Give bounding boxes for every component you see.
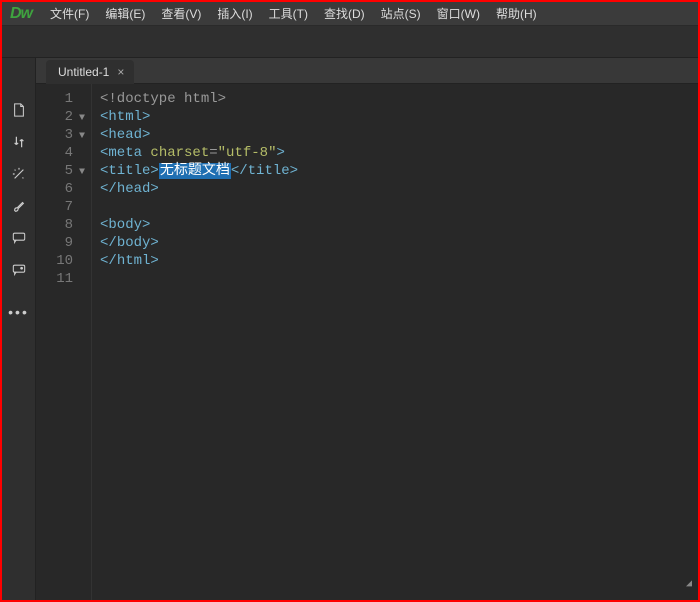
tab-untitled[interactable]: Untitled-1 × — [46, 60, 134, 84]
gutter-line: 4 — [36, 144, 87, 162]
menu-bar: Dw 文件(F) 编辑(E) 查看(V) 插入(I) 工具(T) 查找(D) 站… — [2, 2, 698, 26]
db-comment-icon[interactable] — [11, 262, 27, 278]
menu-insert[interactable]: 插入(I) — [209, 2, 260, 25]
file-icon[interactable] — [11, 102, 27, 118]
menu-site[interactable]: 站点(S) — [373, 2, 429, 25]
gutter-line: 10 — [36, 252, 87, 270]
comment-icon[interactable] — [11, 230, 27, 246]
app-logo: Dw — [8, 5, 42, 23]
code-editor[interactable]: 1 2▼ 3▼ 4 5▼ 6 7 8 9 10 11 <!doctype htm… — [36, 84, 698, 600]
menu-window[interactable]: 窗口(W) — [429, 2, 488, 25]
swap-icon[interactable] — [11, 134, 27, 150]
code-line: <title>无标题文档</title> — [100, 162, 698, 180]
code-line: <head> — [100, 126, 698, 144]
main-panel: Untitled-1 × 1 2▼ 3▼ 4 5▼ 6 7 8 9 10 1 — [36, 58, 698, 600]
close-icon[interactable]: × — [117, 66, 124, 78]
side-toolbar: ••• — [2, 58, 36, 600]
code-line: <meta charset="utf-8"> — [100, 144, 698, 162]
tab-bar: Untitled-1 × — [36, 58, 698, 84]
gutter-line: 7 — [36, 198, 87, 216]
body-area: ••• Untitled-1 × 1 2▼ 3▼ 4 5▼ 6 7 — [2, 58, 698, 600]
code-line: </body> — [100, 234, 698, 252]
wand-icon[interactable] — [11, 166, 27, 182]
menu-find[interactable]: 查找(D) — [316, 2, 373, 25]
gutter-line: 11 — [36, 270, 87, 288]
code-line: <html> — [100, 108, 698, 126]
menu-view[interactable]: 查看(V) — [153, 2, 209, 25]
gutter-line: 5▼ — [36, 162, 87, 180]
code-area[interactable]: <!doctype html> <html> <head> <meta char… — [92, 84, 698, 600]
code-line: </head> — [100, 180, 698, 198]
toolbar-strip — [2, 26, 698, 58]
menu-edit[interactable]: 编辑(E) — [97, 2, 153, 25]
gutter-line: 6 — [36, 180, 87, 198]
gutter-line: 8 — [36, 216, 87, 234]
gutter-line: 1 — [36, 90, 87, 108]
code-line — [100, 198, 698, 216]
selected-text: 无标题文档 — [159, 163, 231, 179]
menu-help[interactable]: 帮助(H) — [488, 2, 545, 25]
gutter-line: 2▼ — [36, 108, 87, 126]
code-line: <!doctype html> — [100, 90, 698, 108]
app-frame: Dw 文件(F) 编辑(E) 查看(V) 插入(I) 工具(T) 查找(D) 站… — [0, 0, 700, 602]
gutter-line: 3▼ — [36, 126, 87, 144]
tab-label: Untitled-1 — [58, 65, 109, 79]
resize-handle-icon[interactable]: ◢ — [686, 576, 692, 594]
menu-file[interactable]: 文件(F) — [42, 2, 97, 25]
gutter: 1 2▼ 3▼ 4 5▼ 6 7 8 9 10 11 — [36, 84, 92, 600]
gutter-line: 9 — [36, 234, 87, 252]
code-line — [100, 270, 698, 288]
menu-tools[interactable]: 工具(T) — [261, 2, 316, 25]
code-line: </html> — [100, 252, 698, 270]
code-line: <body> — [100, 216, 698, 234]
more-icon[interactable]: ••• — [8, 304, 29, 320]
brush-icon[interactable] — [11, 198, 27, 214]
